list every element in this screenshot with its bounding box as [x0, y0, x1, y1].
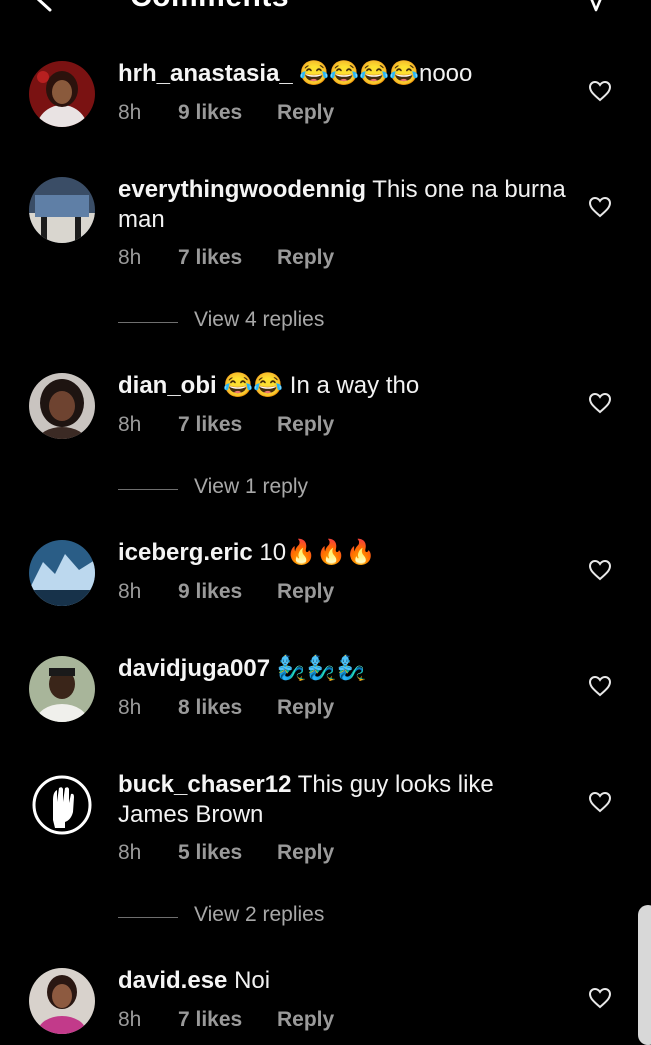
- view-replies-label[interactable]: View 1 reply: [194, 475, 308, 499]
- comment-body: 🧞‍♂️🧞‍♂️🧞‍♂️: [270, 655, 367, 682]
- replies-divider: [118, 322, 178, 323]
- comment-meta: 8h 7 likes Reply: [118, 246, 334, 270]
- comment-time: 8h: [118, 696, 142, 719]
- comment-text: everythingwoodennig This one na burna ma…: [118, 175, 570, 235]
- view-replies-label[interactable]: View 4 replies: [194, 308, 324, 332]
- reply-button[interactable]: Reply: [277, 580, 334, 604]
- comment-meta: 8h 7 likes Reply: [118, 1008, 334, 1032]
- replies-divider: [118, 917, 178, 918]
- reply-button[interactable]: Reply: [277, 841, 334, 865]
- comment-likes[interactable]: 5 likes: [178, 841, 277, 865]
- comment-likes[interactable]: 7 likes: [178, 1008, 277, 1032]
- avatar[interactable]: [29, 61, 95, 127]
- view-replies-button[interactable]: View 2 replies: [118, 903, 418, 933]
- heart-icon[interactable]: [588, 196, 612, 218]
- comment-username[interactable]: everythingwoodennig: [118, 176, 366, 203]
- avatar[interactable]: [29, 968, 95, 1034]
- comment-text: buck_chaser12 This guy looks like James …: [118, 770, 570, 830]
- header-bar: Comments: [0, 0, 651, 14]
- view-replies-button[interactable]: View 4 replies: [118, 308, 418, 338]
- page-title: Comments: [130, 0, 289, 14]
- reply-button[interactable]: Reply: [277, 246, 334, 270]
- comment-time: 8h: [118, 101, 142, 124]
- comment-likes[interactable]: 7 likes: [178, 413, 277, 437]
- comment-time: 8h: [118, 1008, 142, 1031]
- comment-body: 😂😂😂😂nooo: [292, 60, 473, 87]
- comment-likes[interactable]: 8 likes: [178, 696, 277, 720]
- reply-button[interactable]: Reply: [277, 413, 334, 437]
- comment-username[interactable]: david.ese: [118, 967, 227, 994]
- comment-meta: 8h 9 likes Reply: [118, 101, 334, 125]
- comment-likes[interactable]: 9 likes: [178, 101, 277, 125]
- avatar[interactable]: [29, 540, 95, 606]
- view-replies-button[interactable]: View 1 reply: [118, 475, 418, 505]
- heart-icon[interactable]: [588, 80, 612, 102]
- replies-divider: [118, 489, 178, 490]
- comment-time: 8h: [118, 580, 142, 603]
- comment-time: 8h: [118, 246, 142, 269]
- back-arrow-icon[interactable]: [30, 0, 60, 14]
- reply-button[interactable]: Reply: [277, 696, 334, 720]
- comment-likes[interactable]: 9 likes: [178, 580, 277, 604]
- comment-username[interactable]: iceberg.eric: [118, 539, 253, 566]
- comment-meta: 8h 7 likes Reply: [118, 413, 334, 437]
- comment-text: iceberg.eric 10🔥🔥🔥: [118, 538, 570, 568]
- heart-icon[interactable]: [588, 559, 612, 581]
- comment-text: hrh_anastasia_ 😂😂😂😂nooo: [118, 59, 570, 89]
- comment-username[interactable]: hrh_anastasia_: [118, 60, 293, 87]
- avatar[interactable]: [29, 656, 95, 722]
- view-replies-label[interactable]: View 2 replies: [194, 903, 324, 927]
- comment-text: dian_obi 😂😂 In a way tho: [118, 371, 570, 401]
- comment-likes[interactable]: 7 likes: [178, 246, 277, 270]
- comment-meta: 8h 9 likes Reply: [118, 580, 334, 604]
- reply-button[interactable]: Reply: [277, 101, 334, 125]
- comment-text: david.ese Noi: [118, 966, 570, 996]
- comment-body: 10🔥🔥🔥: [252, 539, 376, 566]
- avatar[interactable]: [29, 772, 95, 838]
- comment-body: 😂😂 In a way tho: [216, 372, 420, 399]
- send-icon[interactable]: [582, 0, 610, 12]
- comment-username[interactable]: buck_chaser12: [118, 771, 291, 798]
- comment-body: Noi: [227, 967, 271, 994]
- comment-username[interactable]: dian_obi: [118, 372, 217, 399]
- avatar[interactable]: [29, 177, 95, 243]
- heart-icon[interactable]: [588, 791, 612, 813]
- comment-username[interactable]: davidjuga007: [118, 655, 270, 682]
- reply-button[interactable]: Reply: [277, 1008, 334, 1032]
- heart-icon[interactable]: [588, 392, 612, 414]
- comment-text: davidjuga007 🧞‍♂️🧞‍♂️🧞‍♂️: [118, 654, 570, 684]
- comment-time: 8h: [118, 841, 142, 864]
- comment-meta: 8h 5 likes Reply: [118, 841, 334, 865]
- heart-icon[interactable]: [588, 987, 612, 1009]
- scrollbar-handle[interactable]: [638, 905, 651, 1045]
- avatar[interactable]: [29, 373, 95, 439]
- comment-meta: 8h 8 likes Reply: [118, 696, 334, 720]
- comment-time: 8h: [118, 413, 142, 436]
- heart-icon[interactable]: [588, 675, 612, 697]
